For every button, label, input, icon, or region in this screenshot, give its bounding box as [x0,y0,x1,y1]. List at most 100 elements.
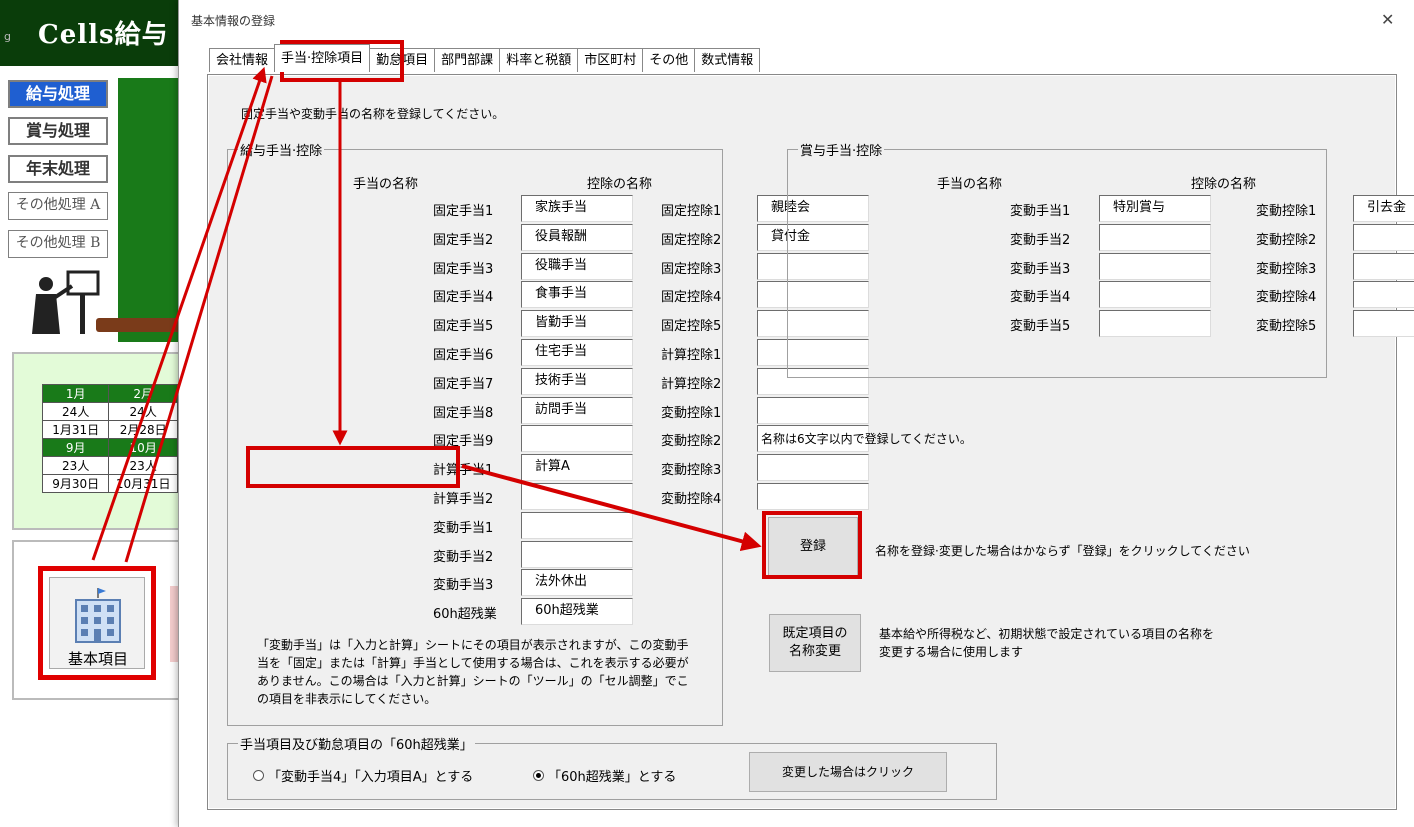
bonus-allowance-input[interactable] [1099,252,1211,280]
salary-allowance-input[interactable]: 60h超残業 [521,598,633,626]
bonus-allowance-input[interactable]: 特別賞与 [1099,195,1211,222]
salary-deduction-label: 変動控除4 [661,492,722,507]
overtime-option-variable-label: 「変動手当4」「入力項目A」とする [268,770,474,785]
calendar-cell: 10月31日 [108,474,178,493]
calendar-cell: 9月30日 [41,474,110,493]
salary-allowance-label: 固定手当9 [433,434,494,450]
register-note: 名称を登録·変更した場合はかならず「登録」をクリックしてください [875,544,1250,558]
bonus-allowance-input[interactable] [1099,281,1211,309]
calendar-cell: 23人 [41,456,110,475]
overtime-option-60h[interactable]: 「60h超残業」とする [533,766,676,785]
calendar-cell: 24人 [108,402,178,421]
default-names-button[interactable]: 既定項目の 名称変更 [769,614,861,672]
salary-deduction-input[interactable] [757,396,869,424]
salary-allowance-input[interactable]: 家族手当 [521,195,633,222]
salary-allowance-input[interactable]: 皆勤手当 [521,310,633,338]
salary-deduction-label: 固定控除4 [661,290,722,306]
name-length-note: 名称は6文字以内で登録してください。 [761,432,972,446]
salary-allowance-label: 変動手当3 [433,578,494,594]
bonus-deduction-label: 変動控除1 [1256,204,1317,219]
bonus-deduction-input[interactable] [1353,281,1414,309]
salary-allowance-input[interactable]: 住宅手当 [521,339,633,366]
calendar-cell[interactable]: 10月 [108,438,178,457]
salary-allowance-input[interactable]: 役職手当 [521,252,633,280]
bonus-allowance-label: 変動手当4 [1010,290,1071,306]
close-icon[interactable]: ✕ [1381,10,1394,29]
salary-allowance-input[interactable]: 技術手当 [521,367,633,395]
tab-attendance[interactable]: 勤怠項目 [369,48,436,72]
salary-deduction-label: 計算控除2 [661,376,722,392]
salary-allowance-input[interactable]: 法外休出 [521,569,633,597]
bonus-group-legend: 賞与手当·控除 [800,144,883,159]
bonus-allowance-input[interactable] [1099,223,1211,251]
default-names-button-line2: 名称変更 [788,644,841,659]
salary-allowance-input[interactable] [521,425,633,453]
variable-allowance-note: 「変動手当」は「入力と計算」シートにその項目が表示されますが、この変動手当を「固… [257,638,689,706]
basic-items-button[interactable]: 基本項目 [49,577,145,669]
bonus-deduction-label: 変動控除5 [1256,319,1317,335]
salary-deduction-label: 固定控除1 [661,204,722,219]
bonus-deduction-input[interactable] [1353,223,1414,251]
tab-formula-info[interactable]: 数式情報 [694,48,761,72]
salary-deduction-label: 固定控除3 [661,261,722,277]
app-green-panel [118,78,180,342]
default-names-button-line1: 既定項目の [782,626,848,641]
calendar-cell[interactable]: 1月 [41,384,110,403]
register-button[interactable]: 登録 [768,517,858,577]
salary-allowance-label: 変動手当1 [433,520,494,536]
apply-overtime-button[interactable]: 変更した場合はクリック [749,752,947,792]
calendar-cell[interactable]: 2月 [108,384,178,403]
tab-company-info[interactable]: 会社情報 [209,48,276,72]
tab-allowance-deduction[interactable]: 手当·控除項目 [274,44,371,72]
dialog-title: 基本情報の登録 [191,14,276,28]
bonus-allowance-input[interactable] [1099,310,1211,338]
bonus-deduction-input[interactable] [1353,252,1414,280]
menu-button-payroll[interactable]: 給与処理 [8,80,108,108]
bonus-allowance-label: 変動手当2 [1010,232,1071,248]
menu-button-other-a[interactable]: その他処理 A [8,192,108,220]
salary-deduction-input[interactable] [757,454,869,482]
bonus-allowance-label: 変動手当5 [1010,319,1071,335]
menu-button-other-b[interactable]: その他処理 B [8,230,108,258]
tab-other[interactable]: その他 [642,48,696,72]
menu-button-yearend[interactable]: 年末処理 [8,155,108,183]
salary-allowance-input[interactable]: 計算A [521,454,633,482]
salary-allowance-input[interactable] [521,540,633,568]
decorative-bar [96,318,180,332]
tab-municipalities[interactable]: 市区町村 [577,48,644,72]
calendar-cell: 2月28日 [108,420,178,439]
bonus-deduction-label: 変動控除3 [1256,261,1317,277]
salary-allowance-label: 固定手当3 [433,261,494,277]
tab-rates-tax[interactable]: 料率と税額 [499,48,579,72]
overtime-option-variable[interactable]: 「変動手当4」「入力項目A」とする [253,766,473,785]
salary-allowance-input[interactable]: 食事手当 [521,281,633,309]
bonus-deduction-label: 変動控除2 [1256,232,1317,248]
radio-button-icon[interactable] [253,770,264,781]
radio-button-selected-icon[interactable] [533,770,544,781]
menu-button-bonus[interactable]: 賞与処理 [8,117,108,145]
bonus-deduction-input[interactable] [1353,310,1414,338]
salary-allowance-input[interactable]: 訪問手当 [521,396,633,424]
bonus-deduction-input[interactable]: 引去金 [1353,195,1414,222]
overtime-60h-legend: 手当項目及び勤怠項目の「60h超残業」 [240,738,473,753]
salary-allowance-input[interactable]: 役員報酬 [521,223,633,251]
calendar-cell: 23人 [108,456,178,475]
salary-allowance-label: 変動手当2 [433,549,494,565]
salary-deduction-label: 計算控除1 [661,348,722,363]
calendar-cell[interactable]: 9月 [41,438,110,457]
default-names-note-line2: 変更する場合に使用します [879,645,1024,659]
salary-allowance-label: 固定手当1 [433,204,494,219]
salary-allowance-name-header: 手当の名称 [353,177,419,192]
salary-allowance-input[interactable] [521,511,633,539]
intro-text: 固定手当や変動手当の名称を登録してください。 [241,107,505,121]
app-header-prefix: g [4,30,11,43]
salary-allowance-input[interactable] [521,483,633,510]
salary-deduction-label: 変動控除3 [661,463,722,479]
app-title: Cells給与 [38,20,169,50]
calendar-cell: 1月31日 [41,420,110,439]
tab-departments[interactable]: 部門部課 [434,48,501,72]
bonus-deduction-label: 変動控除4 [1256,290,1317,306]
basic-items-button-highlight[interactable]: 基本項目 [38,566,156,680]
building-icon [75,588,121,643]
salary-deduction-input[interactable] [757,483,869,510]
